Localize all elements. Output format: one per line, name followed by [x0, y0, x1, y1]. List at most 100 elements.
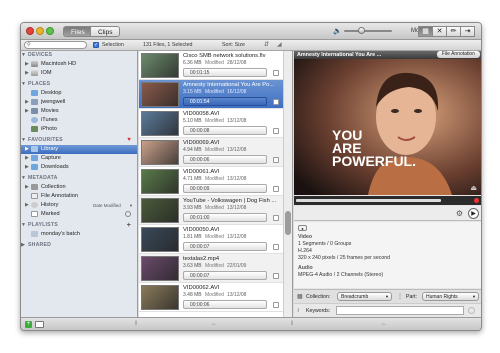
- resize-handle-icon[interactable]: ◢: [277, 41, 282, 48]
- chevron-down-icon[interactable]: ▼: [129, 201, 133, 210]
- gear-icon[interactable]: ⚙: [456, 209, 463, 218]
- sidebar-item-jwengwell[interactable]: ▶ jwengwell: [21, 98, 137, 107]
- file-mark-checkbox[interactable]: [273, 244, 279, 250]
- splitter-handle-left[interactable]: ‖: [135, 321, 137, 327]
- file-mark-checkbox[interactable]: [273, 215, 279, 221]
- file-list-scrollbar[interactable]: [283, 51, 292, 317]
- file-duration[interactable]: 00:00:09: [183, 184, 267, 193]
- sidebar-item-iphoto[interactable]: iPhoto: [21, 125, 137, 134]
- sort-label[interactable]: Sort: Size: [222, 42, 245, 48]
- close-window-button[interactable]: [26, 27, 34, 35]
- splitter-handle-mid[interactable]: ∼: [211, 321, 216, 328]
- keywords-input[interactable]: [336, 306, 464, 315]
- tab-files[interactable]: Files: [63, 26, 93, 37]
- audio-header: Audio: [298, 265, 313, 271]
- sidebar-item-collection[interactable]: ▶ Collection: [21, 183, 137, 192]
- file-mark-checkbox[interactable]: [273, 128, 279, 134]
- file-mark-checkbox[interactable]: [273, 186, 279, 192]
- zoom-window-button[interactable]: [46, 27, 54, 35]
- file-duration[interactable]: 00:01:15: [183, 68, 267, 77]
- file-row[interactable]: VID00058.AVI 5.10 MB Modified 13/12/08 00:00…: [139, 109, 292, 138]
- splitter-handle-far[interactable]: ∼: [381, 321, 386, 328]
- sidebar-item-desktop[interactable]: Desktop: [21, 89, 137, 98]
- sort-direction-icon[interactable]: ⇵: [264, 41, 269, 48]
- sidebar-header-favourites[interactable]: ▼ FAVOURITES ♥: [21, 136, 137, 145]
- file-size: 3.15 MB: [183, 89, 202, 95]
- view-toggle-icon[interactable]: [35, 321, 44, 328]
- keywords-bar: ≀ Keywords:: [294, 303, 481, 317]
- file-duration[interactable]: 00:00:07: [183, 271, 267, 280]
- sidebar-header-places[interactable]: ▼ PLACES: [21, 80, 137, 89]
- sidebar-header-playlists[interactable]: ▼ PLAYLISTS +: [21, 221, 137, 230]
- file-mark-checkbox[interactable]: [273, 302, 279, 308]
- add-playlist-icon[interactable]: +: [127, 221, 131, 230]
- scrollbar-thumb[interactable]: [285, 211, 291, 235]
- sidebar-item-downloads[interactable]: ▶ Downloads: [21, 163, 137, 172]
- eject-icon[interactable]: ⏏: [470, 184, 477, 192]
- file-thumbnail: [141, 227, 179, 252]
- file-row[interactable]: Cisco SMB network solutions.flv 6.36 MB Mo…: [139, 51, 292, 80]
- file-mark-checkbox[interactable]: [273, 157, 279, 163]
- sidebar-item-history[interactable]: ▶ History Date Modified ▼: [21, 201, 137, 210]
- mode-list-button[interactable]: ▦: [418, 26, 433, 37]
- sidebar-item-iom[interactable]: ▶ IOM: [21, 69, 137, 78]
- file-row[interactable]: VID00062.AVI 3.48 MB Modified 13/12/08 00:00…: [139, 283, 292, 312]
- file-row[interactable]: VID00069.AVI 4.94 MB Modified 13/12/08 00:00…: [139, 138, 292, 167]
- tab-clips[interactable]: Clips: [90, 26, 121, 37]
- scrubber-marker[interactable]: [474, 198, 479, 203]
- volume-slider-knob[interactable]: [357, 27, 365, 34]
- sidebar-item-file-annotation[interactable]: File Annotation: [21, 192, 137, 201]
- file-mark-checkbox[interactable]: [273, 99, 279, 105]
- sidebar-item-mondays-batch[interactable]: monday's batch: [21, 230, 137, 239]
- file-modified-label: Modified: [205, 60, 224, 66]
- file-duration[interactable]: 00:00:06: [183, 155, 267, 164]
- file-row[interactable]: textalas2.mp4 3.63 MB Modified 22/01/09 00:0…: [139, 254, 292, 283]
- search-input[interactable]: ⚲: [24, 41, 87, 49]
- play-button[interactable]: ▶: [468, 208, 479, 219]
- file-thumbnail: [141, 111, 179, 136]
- collection-select[interactable]: Breadcrumb ▼: [337, 292, 392, 301]
- selection-label: Selection: [102, 42, 124, 48]
- mode-pencil-button[interactable]: ✏: [446, 26, 461, 37]
- selection-checkbox[interactable]: ✓: [93, 42, 99, 48]
- file-thumbnail: [141, 82, 179, 107]
- mode-export-button[interactable]: ⇥: [460, 26, 475, 37]
- grid-icon: ▦: [297, 294, 303, 300]
- history-sort-label[interactable]: Date Modified: [93, 201, 121, 210]
- toggle-icon[interactable]: [125, 211, 131, 217]
- part-select[interactable]: Human Rights ▼: [422, 292, 479, 301]
- file-duration[interactable]: 00:00:06: [183, 300, 267, 309]
- minimize-window-button[interactable]: [36, 27, 44, 35]
- file-thumbnail: [141, 169, 179, 194]
- file-date: 13/12/08: [227, 147, 247, 153]
- file-annotation-button[interactable]: File Annotation: [436, 51, 480, 58]
- keywords-clear-icon[interactable]: [468, 307, 475, 314]
- splitter-handle-right[interactable]: ‖: [291, 321, 293, 327]
- file-row[interactable]: VID00050.AVI 1.81 MB Modified 13/12/08 00:00…: [139, 225, 292, 254]
- sidebar-header-devices[interactable]: ▼ DEVICES: [21, 51, 137, 60]
- video-player[interactable]: YOU ARE POWERFUL. ⏏: [294, 59, 481, 195]
- file-duration[interactable]: 00:00:07: [183, 242, 267, 251]
- file-duration[interactable]: 00:01:54: [183, 97, 267, 106]
- file-mark-checkbox[interactable]: [273, 273, 279, 279]
- sidebar-item-marked[interactable]: Marked: [21, 210, 137, 219]
- file-row[interactable]: Amnesty International You Are Po... 3.15 …: [139, 80, 292, 109]
- file-mark-checkbox[interactable]: [273, 70, 279, 76]
- sidebar-item-macintosh-hd[interactable]: ▶ Macintosh HD: [21, 60, 137, 69]
- scrubber-bar[interactable]: [294, 196, 481, 205]
- sidebar-item-library[interactable]: ▶ Library: [21, 145, 137, 154]
- add-icon[interactable]: +: [25, 321, 32, 328]
- file-duration[interactable]: 00:01:00: [183, 213, 267, 222]
- file-row[interactable]: VID00061.AVI 4.71 MB Modified 13/12/08 00:00…: [139, 167, 292, 196]
- sidebar-item-movies[interactable]: ▶ Movies: [21, 107, 137, 116]
- volume-slider[interactable]: [344, 27, 392, 34]
- file-duration[interactable]: 00:00:08: [183, 126, 267, 135]
- sidebar-item-capture[interactable]: ▶ Capture: [21, 154, 137, 163]
- export-icon: ⇥: [464, 28, 471, 35]
- sidebar-header-shared[interactable]: ▶ SHARED: [21, 241, 137, 250]
- sidebar-header-metadata[interactable]: ▼ METADATA: [21, 174, 137, 183]
- document-icon: [31, 192, 38, 199]
- file-row[interactable]: YouTube - Volkswagen | Dog Fish ... 3.93 …: [139, 196, 292, 225]
- sidebar-item-itunes[interactable]: iTunes: [21, 116, 137, 125]
- mode-cut-button[interactable]: ✕: [432, 26, 447, 37]
